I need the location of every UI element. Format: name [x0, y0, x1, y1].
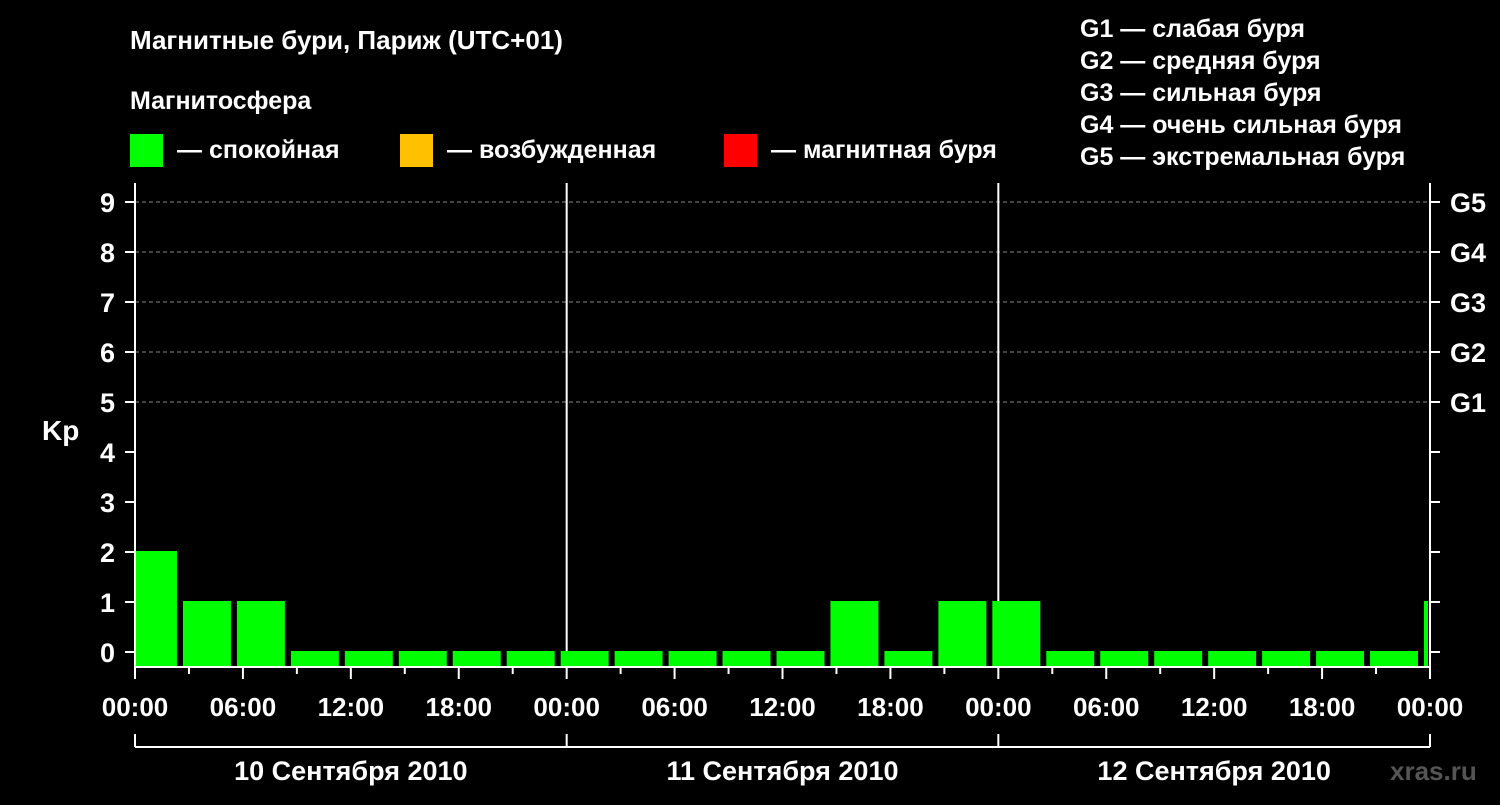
bar-5 — [398, 651, 447, 667]
bar-12 — [776, 651, 825, 667]
bar-2 — [236, 601, 285, 667]
x-tick-label: 00:00 — [1397, 692, 1464, 722]
x-tick-label: 00:00 — [102, 692, 169, 722]
storm-legend: G1 — слабая буря G2 — средняя буря G3 — … — [1080, 15, 1405, 171]
kp-chart: Магнитные бури, Париж (UTC+01) Магнитосф… — [42, 15, 1486, 786]
bar-9 — [614, 651, 663, 667]
y-tick-label: 0 — [100, 638, 115, 668]
storm-level-label: G5 — [1450, 188, 1486, 218]
x-tick-label: 18:00 — [426, 692, 493, 722]
legend-swatch-quiet — [130, 134, 163, 167]
x-tick-label: 18:00 — [1289, 692, 1356, 722]
y-axis-label: Kp — [42, 415, 79, 446]
bar-24 — [1424, 601, 1428, 667]
bar-4 — [344, 651, 393, 667]
storm-legend-g2: G2 — средняя буря — [1080, 47, 1321, 75]
storm-level-label: G1 — [1450, 388, 1486, 418]
day-label: 11 Сентября 2010 — [667, 756, 899, 786]
bar-10 — [668, 651, 717, 667]
y-tick-label: 2 — [100, 538, 115, 568]
bar-15 — [938, 601, 987, 667]
legend-swatch-excited — [400, 134, 433, 167]
bar-3 — [290, 651, 339, 667]
bar-6 — [452, 651, 501, 667]
y-tick-label: 7 — [100, 288, 115, 318]
x-tick-label: 06:00 — [641, 692, 708, 722]
chart-title: Магнитные бури, Париж (UTC+01) — [130, 25, 563, 55]
bar-20 — [1208, 651, 1257, 667]
day-label: 12 Сентября 2010 — [1097, 756, 1330, 786]
storm-legend-g5: G5 — экстремальная буря — [1080, 143, 1405, 171]
bar-19 — [1154, 651, 1203, 667]
bar-1 — [182, 601, 231, 667]
legend-label-storm: — магнитная буря — [771, 136, 997, 164]
bar-18 — [1100, 651, 1149, 667]
bar-21 — [1262, 651, 1311, 667]
y-tick-label: 5 — [100, 388, 115, 418]
y-tick-label: 9 — [100, 188, 115, 218]
bar-17 — [1046, 651, 1095, 667]
legend-label-quiet: — спокойная — [177, 136, 340, 164]
legend: — спокойная — возбужденная — магнитная б… — [130, 134, 997, 167]
grid-layer — [135, 183, 1430, 667]
storm-legend-g4: G4 — очень сильная буря — [1080, 111, 1402, 139]
x-tick-label: 06:00 — [1073, 692, 1140, 722]
bar-11 — [722, 651, 771, 667]
bar-14 — [884, 651, 933, 667]
x-tick-label: 06:00 — [210, 692, 277, 722]
legend-swatch-storm — [724, 134, 757, 167]
bar-23 — [1370, 651, 1419, 667]
bar-16 — [992, 601, 1041, 667]
storm-legend-g1: G1 — слабая буря — [1080, 15, 1305, 43]
y-tick-label: 3 — [100, 488, 115, 518]
x-tick-label: 00:00 — [533, 692, 600, 722]
day-label: 10 Сентября 2010 — [234, 756, 467, 786]
legend-heading: Магнитосфера — [130, 87, 312, 115]
x-tick-label: 12:00 — [749, 692, 816, 722]
y-tick-label: 4 — [100, 438, 115, 468]
bar-7 — [506, 651, 555, 667]
storm-legend-g3: G3 — сильная буря — [1080, 79, 1322, 107]
y-tick-label: 8 — [100, 238, 115, 268]
y-tick-label: 1 — [100, 588, 115, 618]
bar-13 — [830, 601, 879, 667]
storm-level-label: G3 — [1450, 288, 1486, 318]
bar-22 — [1316, 651, 1365, 667]
axis-layer: 0 1 2 3 4 5 6 7 8 9 G1 G2 G3 G4 G5 00:00 06:00 12:00 18:00… — [100, 183, 1486, 786]
bar-0 — [136, 551, 177, 667]
legend-label-excited: — возбужденная — [447, 136, 656, 164]
y-tick-label: 6 — [100, 338, 115, 368]
x-tick-label: 12:00 — [318, 692, 385, 722]
bar-layer — [136, 551, 1428, 667]
x-tick-label: 18:00 — [857, 692, 924, 722]
x-tick-label: 00:00 — [965, 692, 1032, 722]
watermark: xras.ru — [1390, 756, 1477, 786]
storm-level-label: G2 — [1450, 338, 1486, 368]
bar-8 — [560, 651, 609, 667]
storm-level-label: G4 — [1450, 238, 1486, 268]
x-tick-label: 12:00 — [1181, 692, 1248, 722]
